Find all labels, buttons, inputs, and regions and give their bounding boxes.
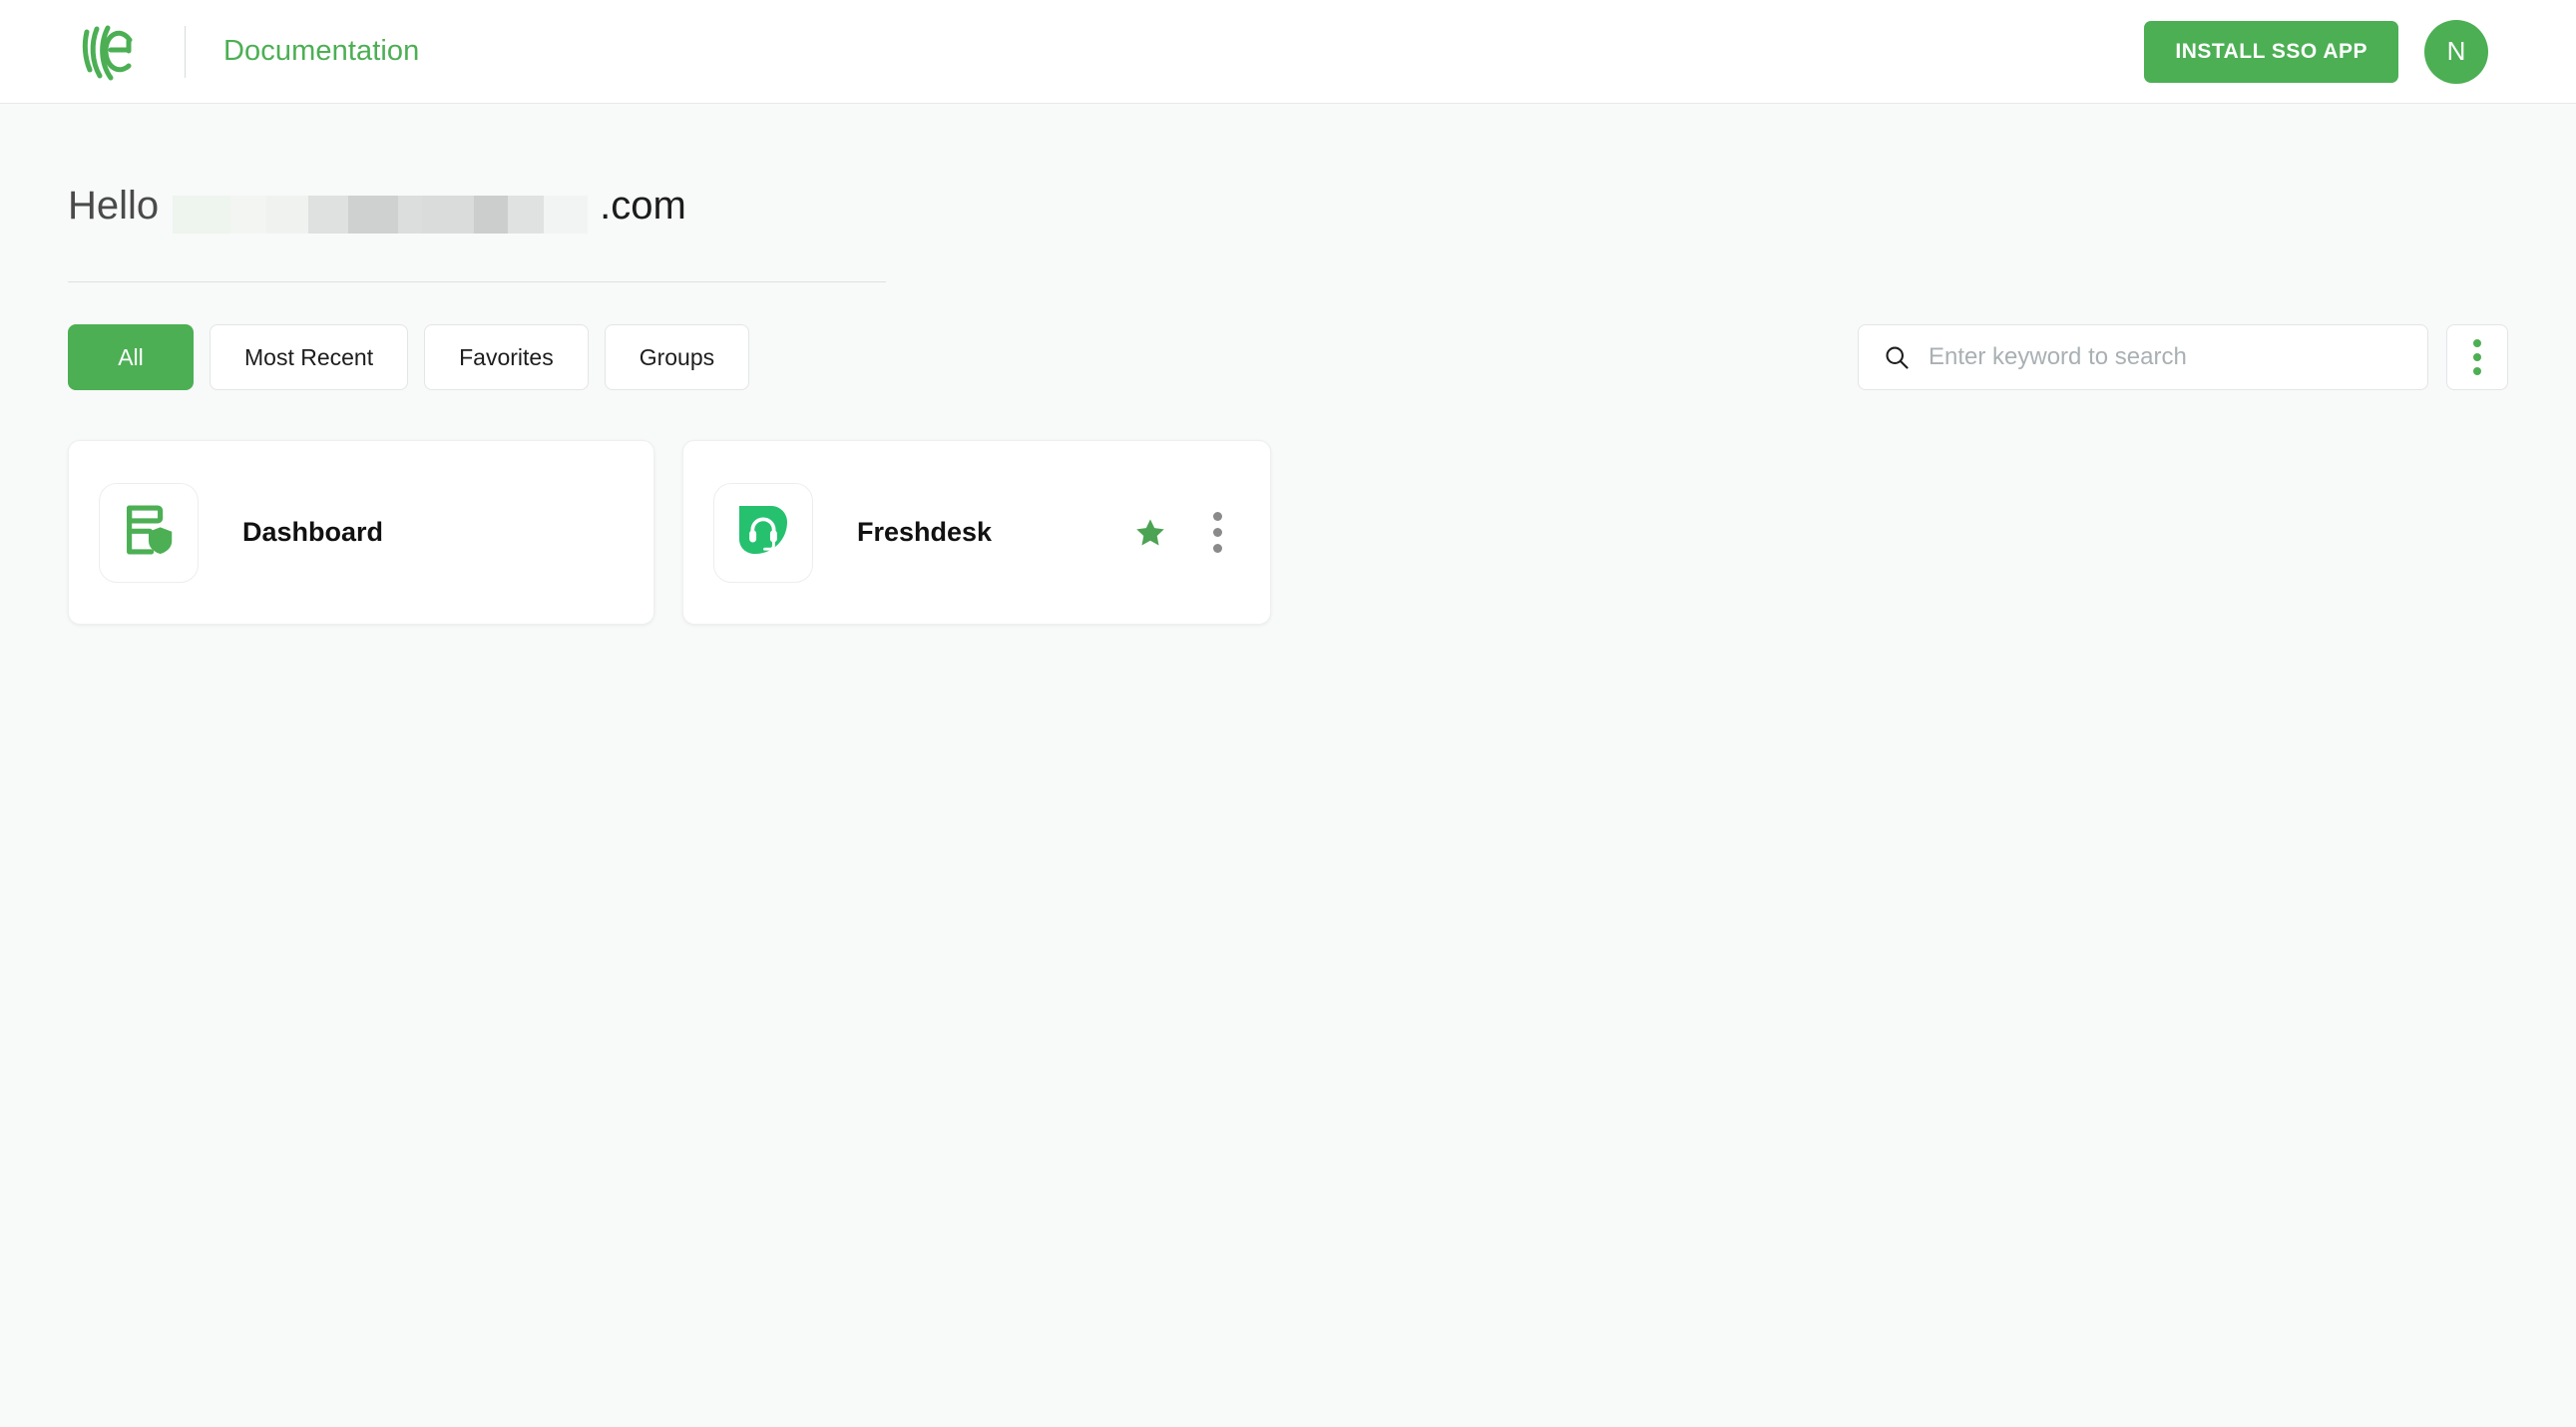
tab-most-recent[interactable]: Most Recent (210, 324, 409, 390)
page-title: Documentation (223, 35, 420, 67)
miniorange-logo-icon[interactable] (75, 20, 139, 84)
card-actions (1133, 506, 1232, 559)
brand: Documentation (75, 0, 419, 103)
redaction-block (422, 196, 475, 234)
kebab-dot (1213, 528, 1222, 537)
redaction-block (398, 196, 423, 234)
redaction-block (544, 196, 589, 234)
greeting-divider (68, 281, 886, 282)
redaction-block (173, 196, 231, 234)
overflow-menu-button[interactable] (2446, 324, 2508, 390)
app-name: Freshdesk (857, 517, 993, 547)
kebab-dot (2473, 353, 2481, 361)
redaction-block (308, 196, 349, 234)
search-icon (1883, 343, 1911, 371)
favorite-star-icon[interactable] (1133, 516, 1167, 550)
greeting-section: Hello .com (68, 104, 2508, 282)
search-input[interactable] (1929, 325, 2403, 389)
redaction-block (348, 196, 399, 234)
search-box[interactable] (1858, 324, 2428, 390)
greeting: Hello .com (68, 184, 2508, 241)
page-content: Hello .com All Most Recent Favorites Groups (0, 104, 2576, 625)
app-card-freshdesk[interactable]: Freshdesk (682, 440, 1271, 625)
avatar[interactable]: N (2424, 19, 2488, 84)
redaction-block (230, 196, 267, 234)
greeting-hello: Hello (68, 184, 160, 228)
redacted-email (173, 196, 589, 234)
brand-divider (185, 25, 186, 78)
app-grid: Dashboard Freshdesk (68, 440, 2508, 625)
tab-favorites[interactable]: Favorites (424, 324, 589, 390)
filter-bar: All Most Recent Favorites Groups (68, 324, 2508, 390)
tab-all[interactable]: All (68, 324, 194, 390)
app-header: Documentation INSTALL SSO APP N (0, 0, 2576, 104)
tab-groups[interactable]: Groups (604, 324, 750, 390)
search-area (1858, 324, 2508, 390)
install-sso-app-button[interactable]: INSTALL SSO APP (2144, 20, 2398, 83)
dashboard-shield-icon (118, 499, 180, 566)
redaction-block (474, 196, 509, 234)
app-icon-tile (713, 482, 813, 583)
app-icon-tile (99, 482, 199, 583)
kebab-dot (1213, 512, 1222, 521)
app-card-dashboard[interactable]: Dashboard (68, 440, 654, 625)
freshdesk-headset-icon (731, 498, 795, 567)
kebab-dot (1213, 544, 1222, 553)
redaction-block (508, 196, 545, 234)
app-card-menu-button[interactable] (1203, 506, 1232, 559)
redaction-block (266, 196, 309, 234)
greeting-domain-suffix: .com (600, 184, 686, 228)
filter-tabs: All Most Recent Favorites Groups (68, 324, 750, 390)
kebab-dot (2473, 339, 2481, 347)
header-actions: INSTALL SSO APP N (2144, 19, 2488, 84)
app-name: Dashboard (242, 517, 384, 547)
kebab-dot (2473, 367, 2481, 375)
